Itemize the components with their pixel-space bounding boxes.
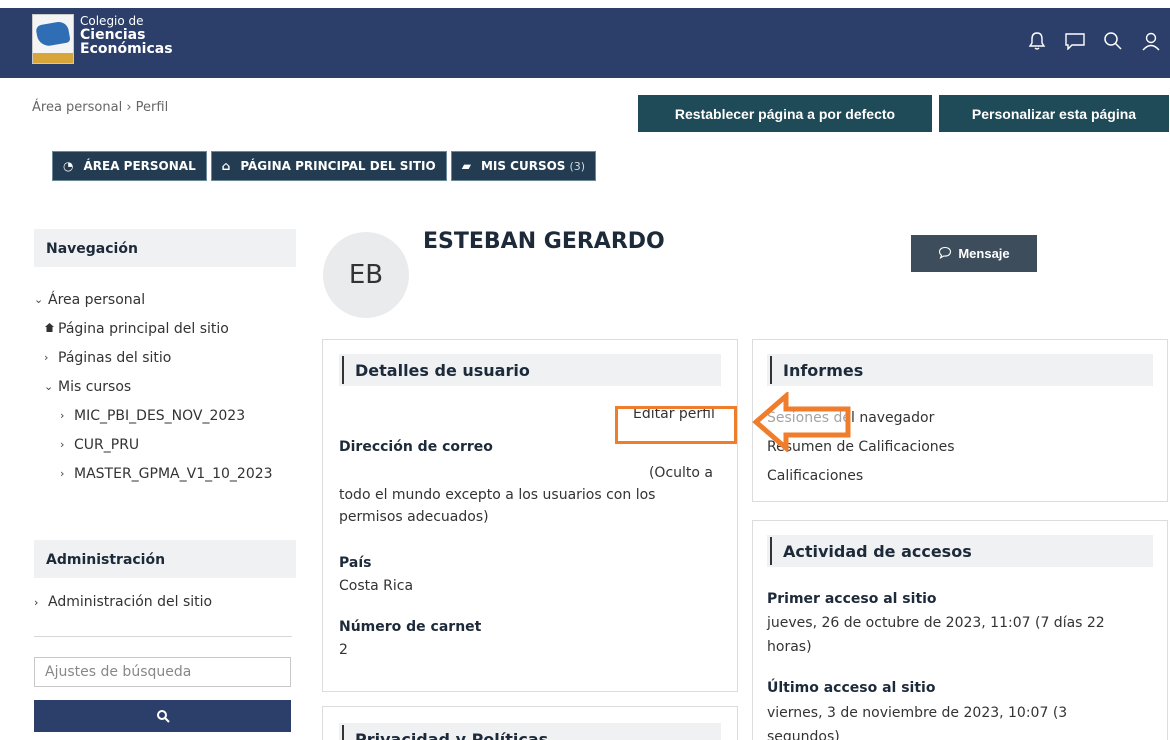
nav-item-label: CUR_PRU xyxy=(74,436,140,453)
administration-block-title: Administración xyxy=(34,540,296,578)
search-icon[interactable] xyxy=(1102,30,1124,52)
nav-item-label: Área personal xyxy=(48,291,146,308)
carnet-label: Número de carnet xyxy=(339,619,482,635)
quick-nav-site-home[interactable]: ⌂ PÁGINA PRINCIPAL DEL SITIO xyxy=(210,151,447,181)
nav-item-label: Páginas del sitio xyxy=(58,349,172,366)
profile-name: ESTEBAN GERARDO xyxy=(423,229,665,254)
user-details-card: Detalles de usuario Editar perfil Direcc… xyxy=(322,339,738,692)
home-icon xyxy=(44,322,58,336)
logo-line-3: Económicas xyxy=(80,41,173,57)
breadcrumb: Área personal › Perfil xyxy=(32,100,168,115)
breadcrumb-current[interactable]: Perfil xyxy=(136,100,169,115)
nav-item-site-administration[interactable]: › Administración del sitio xyxy=(34,594,212,610)
course-count-badge: (3) xyxy=(569,159,586,173)
breadcrumb-home[interactable]: Área personal xyxy=(32,100,122,115)
message-icon xyxy=(938,246,952,262)
nav-item-label: Mis cursos xyxy=(58,378,132,395)
email-hidden-note-start: (Oculto a xyxy=(648,465,713,481)
chevron-down-icon: ⌄ xyxy=(34,293,44,306)
highlight-box xyxy=(615,406,737,444)
user-icon[interactable] xyxy=(1140,30,1162,52)
breadcrumb-separator: › xyxy=(126,100,132,115)
access-activity-title: Actividad de accesos xyxy=(767,535,1153,567)
user-details-title: Detalles de usuario xyxy=(339,354,721,386)
nav-item-course[interactable]: › CUR_PRU xyxy=(34,430,273,459)
country-label: País xyxy=(339,555,372,571)
dashboard-icon: ◔ xyxy=(63,159,74,173)
quick-nav-label: MIS CURSOS xyxy=(480,159,566,173)
quick-nav-label: PÁGINA PRINCIPAL DEL SITIO xyxy=(240,159,436,173)
home-icon: ⌂ xyxy=(221,159,231,173)
site-logo[interactable]: Colegio de Ciencias Económicas xyxy=(32,14,173,64)
navigation-tree: ⌄ Área personal Página principal del sit… xyxy=(34,285,273,488)
email-label: Dirección de correo xyxy=(339,439,493,455)
personalize-page-button[interactable]: Personalizar esta página xyxy=(939,95,1169,132)
nav-item-label: Página principal del sitio xyxy=(58,320,229,337)
nav-item-site-pages[interactable]: › Páginas del sitio xyxy=(34,343,273,372)
nav-item-course[interactable]: › MIC_PBI_DES_NOV_2023 xyxy=(34,401,273,430)
last-access-label: Último acceso al sitio xyxy=(767,680,936,696)
chevron-right-icon: › xyxy=(60,467,65,480)
settings-search-input[interactable] xyxy=(34,657,291,687)
chevron-right-icon: › xyxy=(60,409,65,422)
settings-search-button[interactable] xyxy=(34,700,291,732)
access-activity-card: Actividad de accesos Primer acceso al si… xyxy=(752,520,1168,740)
nav-item-my-courses[interactable]: ⌄ Mis cursos xyxy=(34,372,273,401)
reports-title: Informes xyxy=(767,354,1153,386)
email-hidden-note-rest: todo el mundo excepto a los usuarios con… xyxy=(339,487,656,525)
chevron-right-icon: › xyxy=(44,351,49,364)
quick-nav-my-courses[interactable]: ▰ MIS CURSOS (3) xyxy=(450,151,597,181)
bell-icon[interactable] xyxy=(1026,30,1048,52)
sidebar-divider xyxy=(34,636,292,637)
logo-emblem xyxy=(32,14,74,64)
first-access-label: Primer acceso al sitio xyxy=(767,591,937,607)
top-navbar: Colegio de Ciencias Económicas xyxy=(0,8,1170,78)
nav-item-label: Administración del sitio xyxy=(48,594,213,610)
quick-nav-dashboard[interactable]: ◔ ÁREA PERSONAL xyxy=(52,151,207,181)
chevron-right-icon: › xyxy=(34,595,39,609)
last-access-value: viernes, 3 de noviembre de 2023, 10:07 (… xyxy=(767,705,1068,740)
logo-line-1: Colegio de xyxy=(80,14,144,28)
avatar: EB xyxy=(323,232,409,318)
nav-item-label: MASTER_GPMA_V1_10_2023 xyxy=(74,465,273,482)
email-hidden-note: (Oculto a todo el mundo excepto a los us… xyxy=(339,462,719,528)
nav-item-course[interactable]: › MASTER_GPMA_V1_10_2023 xyxy=(34,459,273,488)
report-link-grades[interactable]: Calificaciones xyxy=(767,468,863,484)
reset-page-button[interactable]: Restablecer página a por defecto xyxy=(638,95,932,132)
privacy-title: Privacidad y Políticas xyxy=(339,723,721,740)
nav-item-site-home[interactable]: Página principal del sitio xyxy=(34,314,273,343)
quick-nav: ◔ ÁREA PERSONAL ⌂ PÁGINA PRINCIPAL DEL S… xyxy=(52,151,597,181)
message-button-label: Mensaje xyxy=(958,246,1010,261)
nav-item-label: MIC_PBI_DES_NOV_2023 xyxy=(74,407,246,424)
logo-line-2: Ciencias xyxy=(80,27,146,43)
book-icon: ▰ xyxy=(461,159,471,173)
message-button[interactable]: Mensaje xyxy=(911,235,1037,272)
quick-nav-label: ÁREA PERSONAL xyxy=(83,159,196,173)
country-value: Costa Rica xyxy=(339,578,414,594)
first-access-value: jueves, 26 de octubre de 2023, 11:07 (7 … xyxy=(767,615,1105,655)
nav-item-area-personal[interactable]: ⌄ Área personal xyxy=(34,285,273,314)
carnet-value: 2 xyxy=(339,642,348,658)
search-icon xyxy=(156,710,170,723)
highlight-arrow-icon xyxy=(752,392,851,452)
privacy-card: Privacidad y Políticas xyxy=(322,706,738,740)
chevron-down-icon: ⌄ xyxy=(44,380,54,393)
chevron-right-icon: › xyxy=(60,438,65,451)
navigation-block-title: Navegación xyxy=(34,229,296,267)
chat-icon[interactable] xyxy=(1064,30,1086,52)
